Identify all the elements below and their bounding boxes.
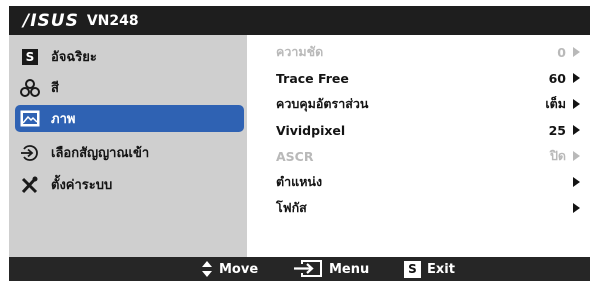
footer-hints: Move Menu S Exit <box>9 257 590 281</box>
setting-sharpness: ความชัด 0 <box>247 40 590 64</box>
move-label: Move <box>219 261 259 277</box>
setting-label: โฟกัส <box>276 200 307 215</box>
system-setup-tools-icon <box>19 176 41 194</box>
setting-value: เต็ม <box>545 96 566 111</box>
setting-label: ASCR <box>276 148 314 164</box>
arrow-right-icon <box>573 203 580 213</box>
sidebar-item-system-setup[interactable]: ตั้งค่าระบบ <box>19 171 244 198</box>
sidebar-item-input-select[interactable]: เลือกสัญญาณเข้า <box>19 139 244 166</box>
osd-menu: /ISUS VN248 S อัจฉริยะ สี ภาพ เลือกสัญญา… <box>0 0 599 285</box>
sidebar-item-label: เลือกสัญญาณเข้า <box>51 146 150 161</box>
arrow-right-icon <box>573 99 580 109</box>
arrow-right-icon <box>573 151 580 161</box>
arrow-right-icon <box>573 177 580 187</box>
setting-label: ความชัด <box>276 44 324 59</box>
sidebar-item-color[interactable]: สี <box>19 74 244 101</box>
setting-trace-free[interactable]: Trace Free 60 <box>247 66 590 90</box>
setting-value: 25 <box>548 122 566 138</box>
image-icon <box>19 110 41 128</box>
setting-position[interactable]: ตำแหน่ง <box>247 170 590 194</box>
sidebar: S อัจฉริยะ สี ภาพ เลือกสัญญาณเข้า ตั้งค่… <box>9 35 247 257</box>
menu-label: Menu <box>329 261 370 277</box>
sidebar-item-image[interactable]: ภาพ <box>15 105 244 132</box>
model-name: VN248 <box>86 12 139 29</box>
sidebar-item-label: อัจฉริยะ <box>51 50 97 65</box>
exit-key-badge: S <box>404 260 421 278</box>
title-bar: /ISUS VN248 <box>9 6 590 35</box>
sidebar-item-splendid[interactable]: S อัจฉริยะ <box>19 43 244 70</box>
setting-focus[interactable]: โฟกัส <box>247 196 590 220</box>
arrow-right-icon <box>573 47 580 57</box>
setting-label: Trace Free <box>276 70 349 86</box>
splendid-s-icon: S <box>19 48 41 66</box>
setting-aspect-control[interactable]: ควบคุมอัตราส่วน เต็ม <box>247 92 590 116</box>
arrow-right-icon <box>573 73 580 83</box>
menu-panel: S อัจฉริยะ สี ภาพ เลือกสัญญาณเข้า ตั้งค่… <box>9 35 590 257</box>
setting-value: 60 <box>548 70 566 86</box>
setting-label: ตำแหน่ง <box>276 174 323 189</box>
exit-hint[interactable]: S Exit <box>404 257 455 281</box>
s-key-icon: S <box>404 260 421 278</box>
up-down-arrows-icon <box>201 260 213 278</box>
setting-value: ปิด <box>549 148 566 163</box>
setting-label: Vividpixel <box>276 122 346 138</box>
menu-hint[interactable]: Menu <box>293 257 369 281</box>
input-select-icon <box>19 144 41 162</box>
settings-list: ความชัด 0 Trace Free 60 ควบคุมอัตราส่วน … <box>247 35 590 257</box>
sidebar-item-label: ภาพ <box>51 112 76 127</box>
asus-logo: /ISUS <box>23 10 79 31</box>
sidebar-item-label: สี <box>51 81 59 96</box>
sidebar-item-label: ตั้งค่าระบบ <box>51 178 113 193</box>
setting-vividpixel[interactable]: Vividpixel 25 <box>247 118 590 142</box>
setting-value: 0 <box>557 44 566 60</box>
arrow-right-icon <box>573 125 580 135</box>
move-hint[interactable]: Move <box>201 257 258 281</box>
setting-label: ควบคุมอัตราส่วน <box>276 96 369 111</box>
exit-label: Exit <box>427 261 455 277</box>
color-circles-icon <box>19 78 41 97</box>
enter-icon <box>293 260 323 278</box>
setting-ascr: ASCR ปิด <box>247 144 590 168</box>
